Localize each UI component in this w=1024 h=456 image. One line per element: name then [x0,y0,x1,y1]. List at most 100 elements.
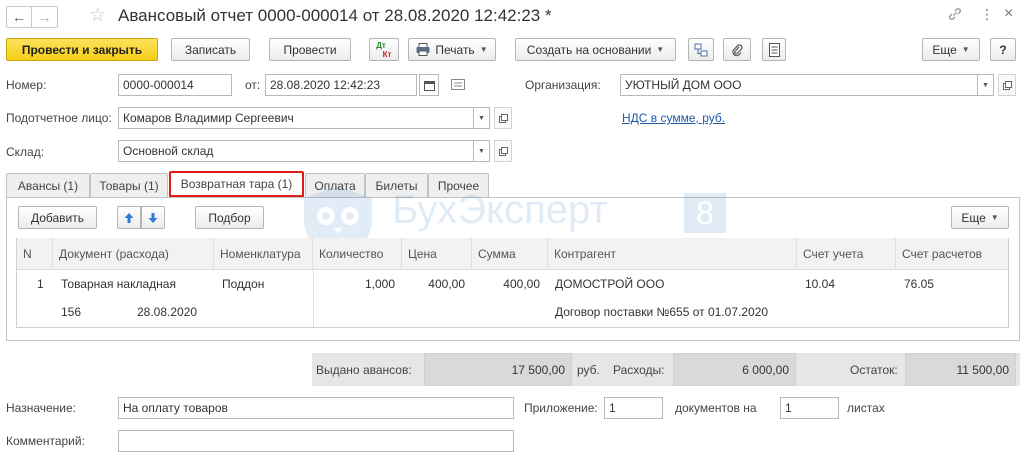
create-based-on-label: Создать на основании [526,42,652,57]
documents-on-label: документов на [675,401,757,415]
organization-open-button[interactable] [998,74,1016,96]
column-header-document[interactable]: Документ (расхода) [53,238,214,270]
column-header-settlement-account[interactable]: Счет расчетов [896,238,1008,270]
warehouse-field[interactable]: Основной склад [118,140,474,162]
history-button[interactable] [451,79,465,93]
column-header-price[interactable]: Цена [402,238,472,270]
watermark-digit: 8 [696,194,714,231]
warehouse-dropdown-button[interactable]: ▼ [473,140,490,162]
nav-forward-button[interactable]: → [32,6,58,28]
close-icon: × [1004,5,1014,22]
chevron-down-icon: ▼ [961,45,970,54]
column-header-counterparty[interactable]: Контрагент [548,238,797,270]
row-account: 10.04 [805,277,836,291]
balance-value: 11 500,00 [905,353,1016,386]
arrow-right-icon: → [37,9,52,25]
add-button[interactable]: Добавить [18,206,97,229]
expenses-label: Расходы: [613,363,665,377]
accountable-person-open-button[interactable] [494,107,512,129]
more-button[interactable]: Еще ▼ [922,38,980,61]
accountable-person-label: Подотчетное лицо: [6,111,112,125]
row-price: 400,00 [428,277,465,291]
comment-label: Комментарий: [6,434,85,448]
organization-dropdown-button[interactable]: ▼ [977,74,994,96]
row-counterparty: ДОМОСТРОЙ ООО [555,277,665,291]
sheets-field[interactable]: 1 [780,397,839,419]
row-sum: 400,00 [503,277,540,291]
tab-returnable-packaging[interactable]: Возвратная тара (1) [169,171,304,197]
open-form-icon [1002,80,1012,90]
purpose-label: Назначение: [6,401,77,415]
paperclip-icon [732,43,743,56]
row-document: Товарная накладная [61,277,176,291]
column-header-sum[interactable]: Сумма [472,238,548,270]
window-menu-button[interactable]: ⋮ [980,7,994,21]
organization-field[interactable]: УЮТНЫЙ ДОМ ООО [620,74,978,96]
favorite-star-button[interactable]: ☆ [89,4,106,27]
advances-issued-value: 17 500,00 [424,353,572,386]
tab-other[interactable]: Прочее [428,173,489,197]
move-up-button[interactable] [117,206,141,229]
chevron-down-icon: ▼ [479,45,488,54]
nav-back-button[interactable]: ← [6,6,32,28]
accountable-person-dropdown-button[interactable]: ▼ [473,107,490,129]
report-list-icon [768,42,780,57]
dtkt-top-label: Дт [376,40,386,50]
accountable-person-field[interactable]: Комаров Владимир Сергеевич [118,107,474,129]
link-button[interactable] [947,6,963,25]
warehouse-open-button[interactable] [494,140,512,162]
advances-issued-label: Выдано авансов: [316,363,412,377]
sheets-label: листах [847,401,885,415]
document-structure-icon [694,43,708,56]
tab-advances[interactable]: Авансы (1) [6,173,90,197]
structure-button[interactable] [688,38,714,61]
row-settlement-account: 76.05 [904,277,935,291]
arrow-up-icon [124,212,134,223]
tab-goods[interactable]: Товары (1) [90,173,168,197]
row-number: 1 [37,277,44,291]
column-header-account[interactable]: Счет учета [797,238,896,270]
column-header-item[interactable]: Номенклатура [214,238,313,270]
table-more-button[interactable]: Еще ▼ [951,206,1009,229]
dtkt-bottom-label: Кт [382,49,392,59]
chevron-down-icon: ▼ [656,45,665,54]
create-based-on-button[interactable]: Создать на основании ▼ [515,38,676,61]
chevron-down-icon: ▼ [990,213,999,222]
dtkt-button[interactable]: Дт Кт [369,38,399,61]
purpose-field[interactable]: На оплату товаров [118,397,514,419]
print-label: Печать [435,42,475,57]
row-document-date: 28.08.2020 [137,305,198,319]
star-icon: ☆ [89,5,107,26]
post-button[interactable]: Провести [269,38,351,61]
number-field[interactable]: 0000-000014 [118,74,232,96]
expenses-value: 6 000,00 [673,353,796,386]
calendar-icon [423,80,435,91]
attachment-label: Приложение: [524,401,598,415]
move-down-button[interactable] [141,206,165,229]
arrow-left-icon: ← [12,9,26,25]
window-title: Авансовый отчет 0000-000014 от 28.08.202… [118,6,552,25]
save-button[interactable]: Записать [171,38,250,61]
report-button[interactable] [762,38,786,61]
more-vertical-icon: ⋮ [980,6,994,22]
post-and-close-button[interactable]: Провести и закрыть [6,38,158,61]
column-header-quantity[interactable]: Количество [313,238,402,270]
help-button[interactable]: ? [990,38,1016,61]
attachments-button[interactable] [723,38,751,61]
vat-amount-link[interactable]: НДС в сумме, руб. [622,111,725,125]
comment-field[interactable] [118,430,514,452]
calendar-button[interactable] [419,74,439,96]
pick-button[interactable]: Подбор [195,206,264,229]
column-header-n[interactable]: N [17,238,53,270]
history-icon [451,79,465,90]
attachment-docs-field[interactable]: 1 [604,397,663,419]
open-form-icon [498,146,508,156]
print-button[interactable]: Печать ▼ [408,38,496,61]
date-field[interactable]: 28.08.2020 12:42:23 [265,74,417,96]
close-button[interactable]: × [1004,5,1013,23]
printer-icon [416,43,430,56]
row-contract: Договор поставки №655 от 01.07.2020 [555,305,769,319]
row-quantity: 1,000 [364,277,395,291]
date-label: от: [245,78,261,92]
row-document-number: 156 [61,305,82,319]
